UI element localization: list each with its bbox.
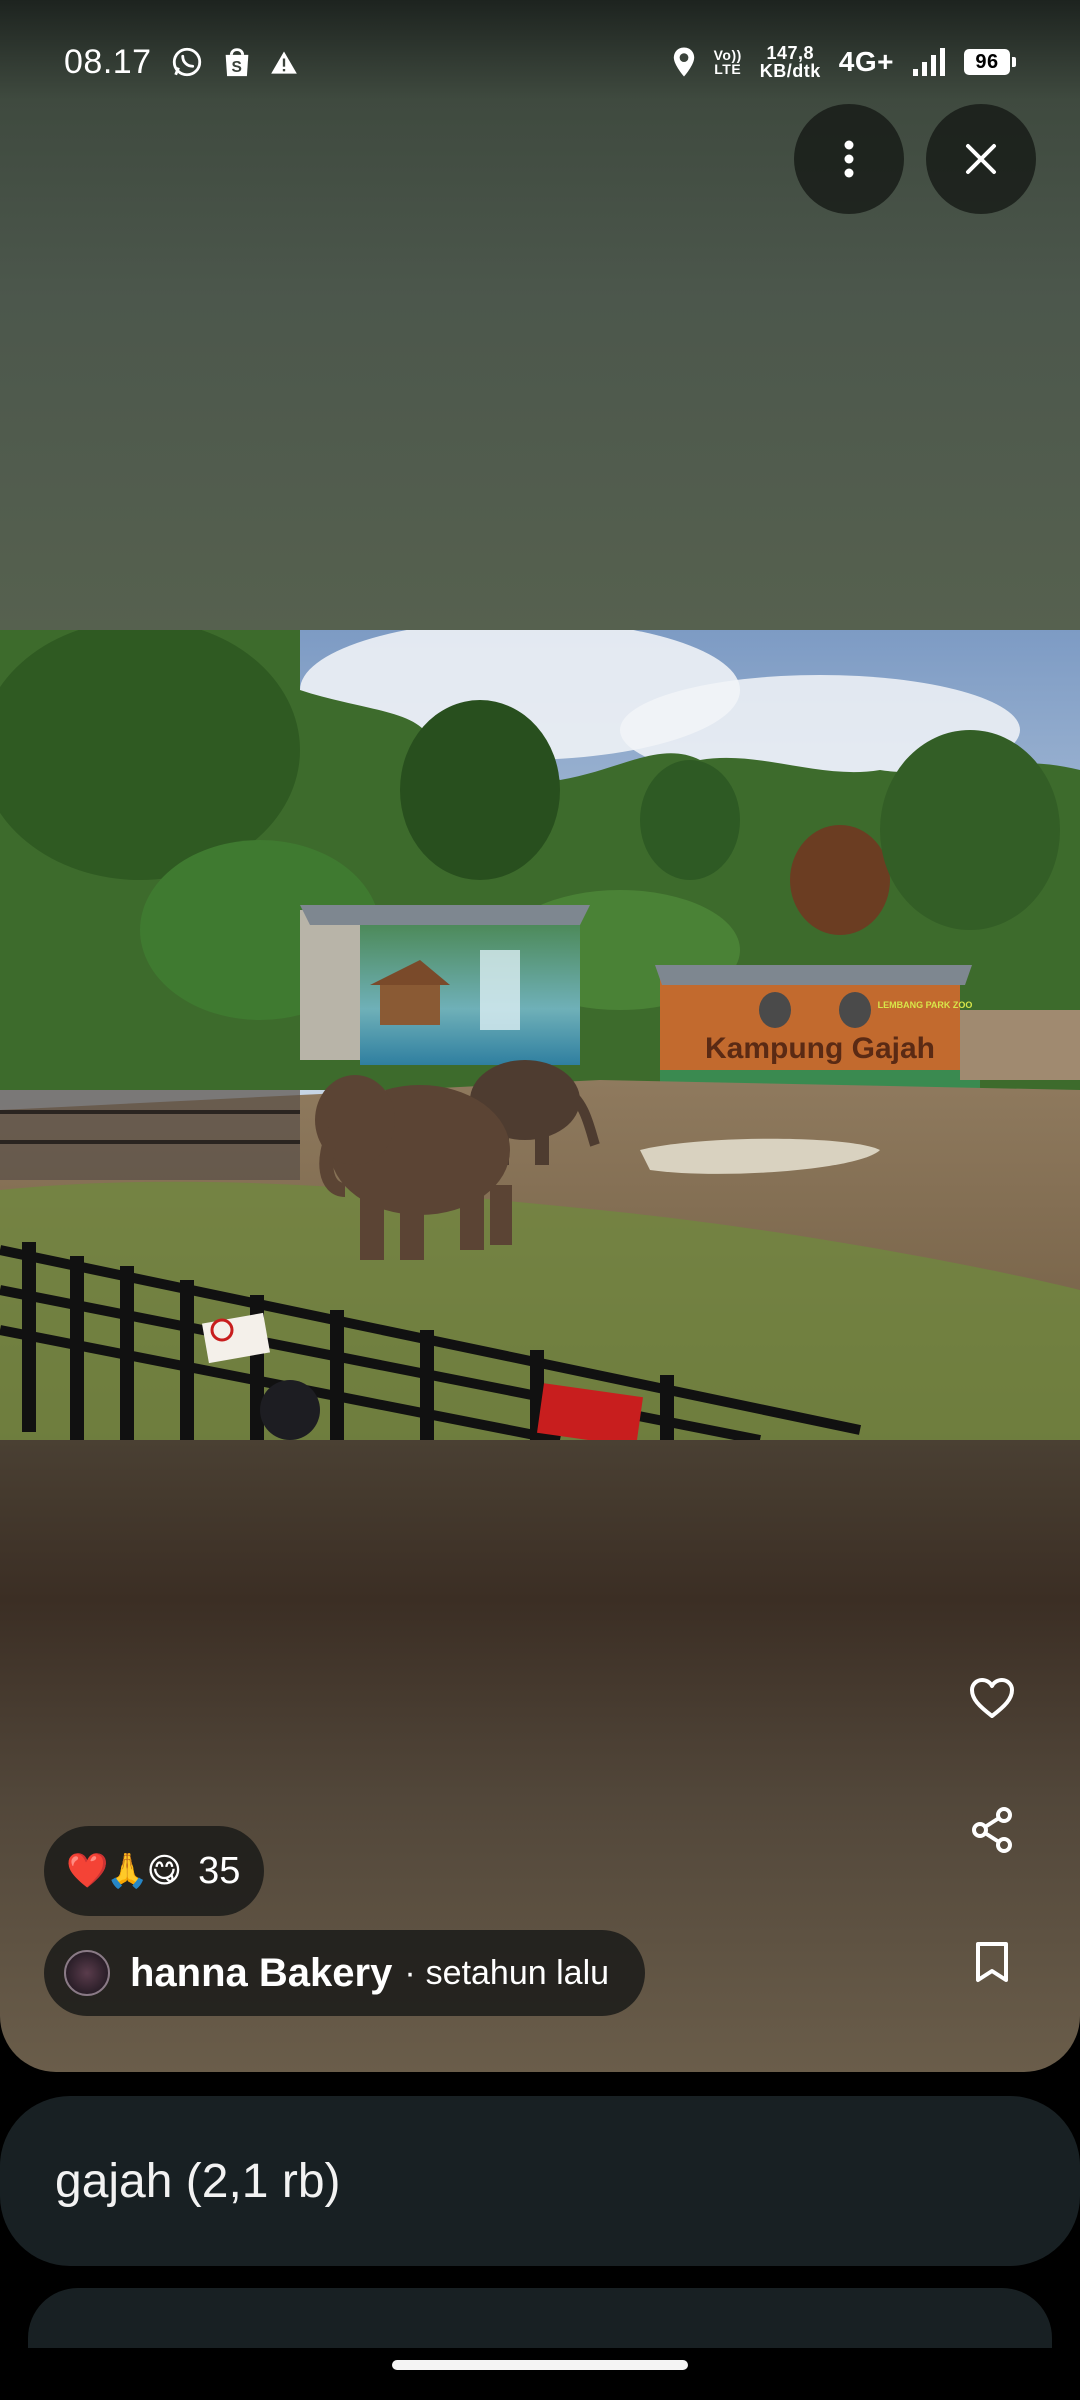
status-bar: 08.17 S Vo)) LTE 147,8 KB/dtk 4G+ 96 xyxy=(0,0,1080,124)
whatsapp-icon xyxy=(170,45,204,79)
battery-icon: 96 xyxy=(964,49,1016,75)
reaction-count: 35 xyxy=(198,1849,241,1892)
photo-image: Kampung Gajah LEMBANG PARK ZOO xyxy=(0,630,1080,1440)
bookmark-button[interactable] xyxy=(952,1922,1032,2002)
volte-indicator: Vo)) LTE xyxy=(714,48,742,76)
close-button[interactable] xyxy=(926,104,1036,214)
warning-icon xyxy=(270,49,298,75)
status-time: 08.17 xyxy=(64,42,152,81)
album-title: gajah (2,1 rb) xyxy=(55,2154,341,2208)
shopee-icon: S xyxy=(222,45,252,79)
share-button[interactable] xyxy=(952,1790,1032,1870)
network-type: 4G+ xyxy=(838,46,894,77)
signal-icon xyxy=(912,47,946,77)
album-card[interactable]: gajah (2,1 rb) xyxy=(0,2096,1080,2266)
heart-icon xyxy=(970,1678,1014,1718)
share-icon xyxy=(972,1807,1012,1853)
volte-bottom: LTE xyxy=(714,61,742,77)
reaction-emojis: ❤️🙏😋 xyxy=(66,1852,182,1890)
reactions-pill[interactable]: ❤️🙏😋 35 xyxy=(44,1826,265,1916)
speed-unit: KB/dtk xyxy=(759,61,821,81)
home-indicator[interactable] xyxy=(392,2360,688,2370)
author-name: hanna Bakery xyxy=(130,1950,393,1995)
more-options-button[interactable] xyxy=(794,104,904,214)
photo-sign-subtext: LEMBANG PARK ZOO xyxy=(878,1000,973,1010)
author-time: setahun lalu xyxy=(425,1953,610,1992)
network-speed: 147,8 KB/dtk xyxy=(760,44,821,80)
svg-text:S: S xyxy=(231,59,242,76)
speed-value: 147,8 xyxy=(766,43,815,63)
location-icon xyxy=(672,46,696,78)
photo-sign-text: Kampung Gajah xyxy=(705,1032,935,1065)
next-album-card[interactable] xyxy=(28,2288,1052,2348)
status-right: Vo)) LTE 147,8 KB/dtk 4G+ 96 xyxy=(672,44,1016,80)
photo-viewer: 08.17 S Vo)) LTE 147,8 KB/dtk 4G+ 96 Kam… xyxy=(0,0,1080,2072)
author-pill[interactable]: hanna Bakery · setahun lalu xyxy=(44,1930,646,2016)
photo[interactable]: Kampung Gajah LEMBANG PARK ZOO xyxy=(0,630,1080,1440)
more-vertical-icon xyxy=(844,140,854,178)
close-icon xyxy=(966,144,996,174)
author-separator: · xyxy=(404,1953,416,1992)
bookmark-icon xyxy=(976,1942,1008,1982)
avatar xyxy=(64,1950,110,1996)
like-button[interactable] xyxy=(952,1658,1032,1738)
status-left: 08.17 S xyxy=(64,43,298,82)
